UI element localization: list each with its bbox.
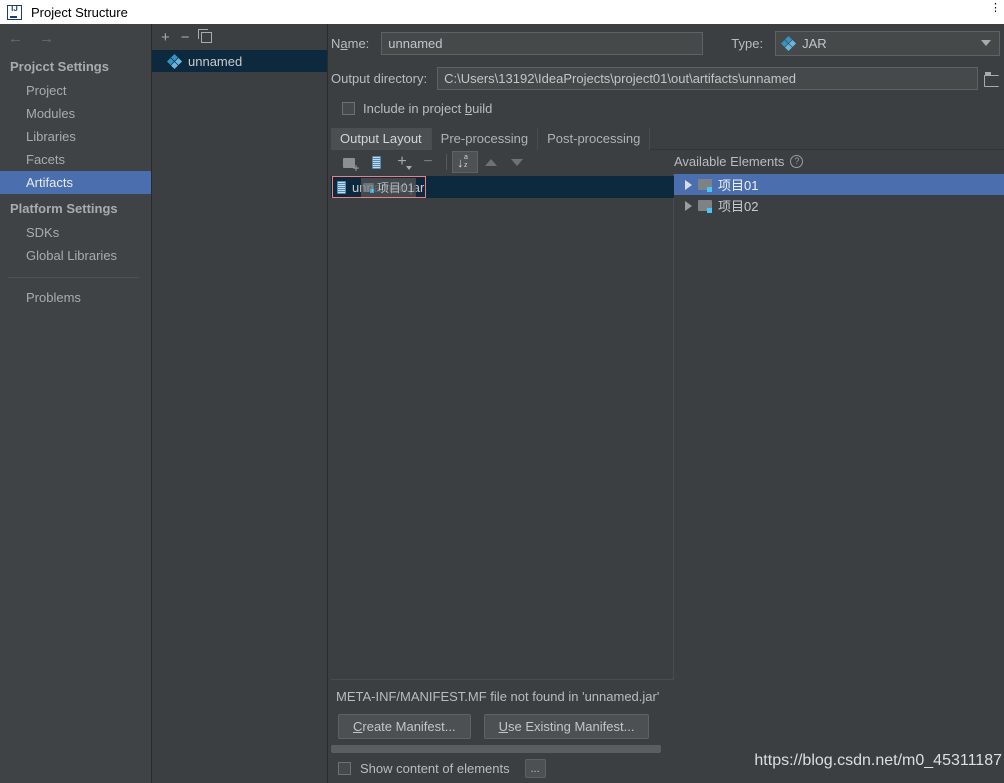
output-layout-toolbar: + − ↓az Available Elements ? xyxy=(331,150,1004,174)
sidebar-navigation: ← → xyxy=(0,24,151,52)
sidebar-group-project-settings: Projcct Settings xyxy=(10,59,109,74)
add-folder-icon[interactable] xyxy=(337,151,363,174)
tab-output-layout[interactable]: Output Layout xyxy=(331,128,432,150)
sidebar-divider xyxy=(8,277,139,278)
sort-alphabetical-icon[interactable]: ↓ a z xyxy=(452,151,478,173)
available-elements-tree[interactable]: 项目01 项目02 xyxy=(674,174,1004,679)
arrow-down-icon[interactable] xyxy=(504,151,530,173)
module-icon xyxy=(698,199,712,213)
artifact-tabs: Output Layout Pre-processing Post-proces… xyxy=(331,128,1004,150)
more-options-button[interactable]: ... xyxy=(524,758,546,778)
chevron-down-icon xyxy=(981,40,992,46)
module-icon xyxy=(698,178,712,192)
drag-ghost-label: 项目01 xyxy=(377,181,415,195)
copy-icon[interactable] xyxy=(197,29,212,43)
output-layout-editor: + − ↓az Available Elements ? unnamed.j xyxy=(331,150,1004,783)
sidebar-item-libraries[interactable]: Libraries xyxy=(0,125,151,148)
available-elements-header: Available Elements ? xyxy=(674,154,804,169)
jar-file-icon xyxy=(337,180,346,194)
name-field-label: Name: xyxy=(331,35,370,51)
create-manifest-button[interactable]: Create Manifest... xyxy=(338,714,471,739)
name-type-row: Name: unnamed Type: JAR xyxy=(328,24,1004,62)
sidebar-item-facets[interactable]: Facets xyxy=(0,148,151,171)
help-circle-icon[interactable]: ? xyxy=(790,155,804,168)
artifact-list-item[interactable]: unnamed xyxy=(152,50,327,72)
arrow-right-icon[interactable]: → xyxy=(39,31,54,46)
sidebar-item-sdks[interactable]: SDKs xyxy=(0,221,151,244)
window-controls[interactable]: ⋮ xyxy=(990,1,1002,14)
plus-icon[interactable]: + xyxy=(161,30,170,45)
available-element-row[interactable]: 项目02 xyxy=(674,195,1004,216)
arrow-up-icon[interactable] xyxy=(478,151,504,173)
type-field-label: Type: xyxy=(731,35,764,51)
available-element-label: 项目02 xyxy=(718,199,759,214)
tab-pre-processing[interactable]: Pre-processing xyxy=(431,128,539,150)
output-directory-label: Output directory: xyxy=(331,71,428,86)
toolbar-divider xyxy=(446,154,447,170)
minus-icon[interactable]: − xyxy=(181,30,190,45)
sidebar-group-platform-settings: Platform Settings xyxy=(10,201,118,216)
include-in-project-build-label: Include in project build xyxy=(363,100,493,116)
artifact-type-select[interactable]: JAR xyxy=(775,30,1001,56)
minus-icon[interactable]: − xyxy=(415,151,441,173)
triangle-right-icon[interactable] xyxy=(685,200,692,211)
sidebar-item-global-libraries[interactable]: Global Libraries xyxy=(0,244,151,267)
manifest-section: META-INF/MANIFEST.MF file not found in '… xyxy=(331,679,674,739)
manifest-message: META-INF/MANIFEST.MF file not found in '… xyxy=(336,689,660,704)
available-element-label: 项目01 xyxy=(718,178,759,193)
name-input[interactable]: unnamed xyxy=(381,31,704,55)
artifact-list-item-label: unnamed xyxy=(188,53,243,69)
sidebar-item-modules[interactable]: Modules xyxy=(0,102,151,125)
window-title-bar: Project Structure ⋮ xyxy=(0,0,1004,24)
use-existing-manifest-button[interactable]: Use Existing Manifest... xyxy=(483,714,650,739)
drag-ghost-overlay: 项目01 xyxy=(361,178,417,197)
layout-bottom-bar: Show content of elements ... https://blo… xyxy=(331,739,1004,783)
include-in-project-build-row[interactable]: Include in project build xyxy=(328,95,1004,121)
available-elements-title: Available Elements xyxy=(674,154,785,169)
horizontal-scrollbar[interactable] xyxy=(331,745,661,753)
manifest-buttons: Create Manifest... Use Existing Manifest… xyxy=(334,714,674,739)
jar-file-icon[interactable] xyxy=(363,151,389,173)
jar-artifact-icon xyxy=(166,53,183,69)
artifacts-list-panel: + − unnamed xyxy=(152,24,328,783)
show-content-of-elements-label: Show content of elements xyxy=(360,760,510,776)
window-title: Project Structure xyxy=(31,4,128,20)
sidebar-item-project[interactable]: Project xyxy=(0,79,151,102)
module-icon xyxy=(363,183,374,193)
available-element-row[interactable]: 项目01 xyxy=(674,174,1004,195)
layout-trees: unnamed.jar 项目01 项目01 xyxy=(331,174,1004,679)
output-root-tree[interactable]: unnamed.jar 项目01 xyxy=(331,174,674,679)
tab-post-processing[interactable]: Post-processing xyxy=(538,128,651,150)
sidebar-item-artifacts[interactable]: Artifacts xyxy=(0,171,151,194)
settings-sidebar: ← → Projcct Settings Project Modules Lib… xyxy=(0,24,152,783)
include-in-project-build-checkbox[interactable] xyxy=(342,101,355,115)
arrow-left-icon[interactable]: ← xyxy=(8,31,23,46)
output-directory-row: Output directory: C:\Users\13192\IdeaPro… xyxy=(328,62,1004,95)
jar-artifact-icon xyxy=(781,35,797,51)
artifacts-toolbar: + − xyxy=(152,24,327,50)
triangle-right-icon[interactable] xyxy=(685,179,692,190)
show-content-of-elements-checkbox[interactable] xyxy=(338,761,351,775)
plus-dropdown-icon[interactable]: + xyxy=(389,151,415,173)
project-structure-dialog: ← → Projcct Settings Project Modules Lib… xyxy=(0,24,1004,783)
watermark-text: https://blog.csdn.net/m0_45311187 xyxy=(754,752,1002,769)
artifact-detail-pane: Name: unnamed Type: JAR Output directory… xyxy=(328,24,1004,783)
artifact-type-value: JAR xyxy=(802,35,827,51)
output-root-tree-row[interactable]: unnamed.jar 项目01 xyxy=(332,176,426,198)
folder-icon[interactable] xyxy=(984,71,1000,87)
output-directory-input[interactable]: C:\Users\13192\IdeaProjects\project01\ou… xyxy=(437,67,978,90)
intellij-idea-logo-icon xyxy=(7,4,22,20)
sidebar-item-problems[interactable]: Problems xyxy=(0,286,151,309)
